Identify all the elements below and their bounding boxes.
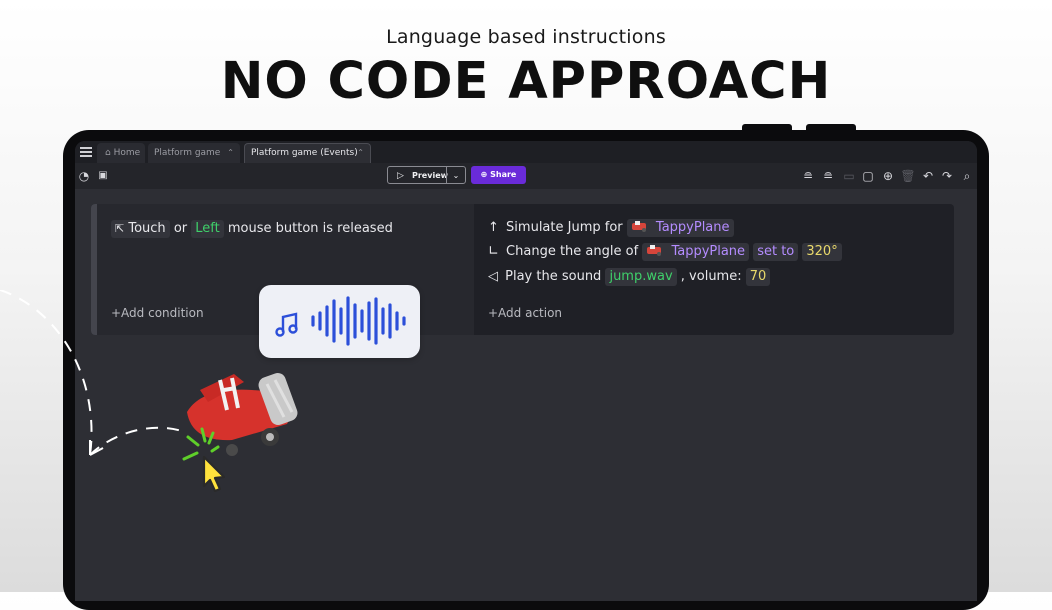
undo-icon[interactable]: ↶: [920, 168, 936, 184]
tab-platform-game-events[interactable]: Platform game (Events) ⌃: [244, 143, 371, 163]
action-text: Play the sound: [505, 269, 602, 284]
speaker-icon: ◁: [488, 269, 498, 284]
value-chip[interactable]: 320°: [802, 243, 842, 261]
click-cursor-icon: [182, 427, 226, 493]
globe-icon: ⊕: [480, 170, 488, 179]
save-icon[interactable]: ▣: [95, 168, 111, 184]
preview-button[interactable]: ▷ Preview: [387, 166, 449, 184]
comment-icon[interactable]: ▢: [860, 168, 876, 184]
preview-label: Preview: [412, 171, 449, 180]
share-button[interactable]: ⊕ Share: [471, 166, 526, 184]
event-block[interactable]: ⇱ Touch or Left mouse button is released…: [91, 204, 954, 335]
cursor-icon: ⇱: [115, 222, 125, 235]
condition-chip-left[interactable]: Left: [191, 220, 224, 238]
tab-platform-game-label: Platform game: [154, 148, 221, 158]
condition-text: mouse button is released: [227, 221, 393, 236]
tab-platform-game[interactable]: Platform game ⌃: [148, 143, 240, 163]
delete-icon[interactable]: 🗑: [900, 168, 916, 184]
action-text: Change the angle of: [506, 244, 639, 259]
chevron-up-icon[interactable]: ⌃: [227, 143, 234, 163]
plane-icon: [647, 245, 662, 256]
add-group-icon[interactable]: ▭: [841, 168, 857, 184]
toolbar: ◔ ▣ ▷ Preview ⌄ ⊕ Share ≘ ≘ ▭ ▢ ⊕ 🗑 ↶ ↷ …: [75, 163, 977, 189]
subtitle: Language based instructions: [386, 26, 666, 48]
action-line-sound[interactable]: ◁ Play the sound jump.wav , volume: 70: [488, 268, 771, 286]
music-note-icon: [275, 312, 298, 337]
chevron-up-icon[interactable]: ⌃: [357, 144, 364, 162]
object-name: TappyPlane: [671, 244, 746, 259]
tab-home-label: Home: [113, 148, 141, 158]
action-text: Simulate Jump for: [506, 220, 623, 235]
home-icon: ⌂: [105, 148, 111, 158]
add-action-link[interactable]: +Add action: [488, 306, 562, 320]
redo-icon[interactable]: ↷: [939, 168, 955, 184]
play-icon: ▷: [397, 171, 404, 181]
action-line-angle[interactable]: ∟ Change the angle of TappyPlane set to …: [488, 243, 842, 261]
object-chip-tappyplane[interactable]: TappyPlane: [626, 219, 734, 237]
action-line-jump[interactable]: ↑ Simulate Jump for TappyPlane: [488, 219, 734, 237]
volume-chip[interactable]: 70: [745, 268, 771, 286]
add-subevent-icon[interactable]: ≘: [820, 168, 836, 184]
tab-home[interactable]: ⌂ Home: [97, 143, 145, 163]
volume-label: , volume:: [680, 269, 742, 284]
sound-bubble: [259, 285, 420, 358]
condition-chip-touch[interactable]: ⇱ Touch: [111, 220, 170, 238]
tab-events-label: Platform game (Events): [251, 148, 358, 158]
add-event-icon[interactable]: ≘: [800, 168, 816, 184]
share-label: Share: [490, 170, 517, 179]
history-icon[interactable]: ◔: [76, 168, 92, 184]
chip-touch-label: Touch: [128, 221, 166, 236]
object-chip-tappyplane[interactable]: TappyPlane: [642, 243, 750, 261]
chevron-down-icon: ⌄: [452, 171, 460, 180]
add-icon[interactable]: ⊕: [880, 168, 896, 184]
operator-chip[interactable]: set to: [753, 243, 799, 261]
object-name: TappyPlane: [655, 220, 730, 235]
file-chip[interactable]: jump.wav: [605, 268, 677, 286]
search-icon[interactable]: ⌕: [959, 168, 975, 184]
angle-icon: ∟: [488, 244, 499, 259]
waveform-icon: [311, 296, 406, 346]
arrow-up-icon: ↑: [488, 220, 499, 235]
tab-bar: ⌂ Home Platform game ⌃ Platform game (Ev…: [75, 141, 977, 163]
preview-dropdown-button[interactable]: ⌄: [446, 166, 466, 184]
headline: NO CODE APPROACH: [220, 52, 832, 111]
or-text: or: [173, 221, 188, 236]
plane-icon: [631, 221, 646, 232]
menu-icon[interactable]: [80, 147, 92, 159]
condition-line[interactable]: ⇱ Touch or Left mouse button is released: [111, 220, 393, 238]
dashed-path-decoration: [0, 290, 186, 456]
